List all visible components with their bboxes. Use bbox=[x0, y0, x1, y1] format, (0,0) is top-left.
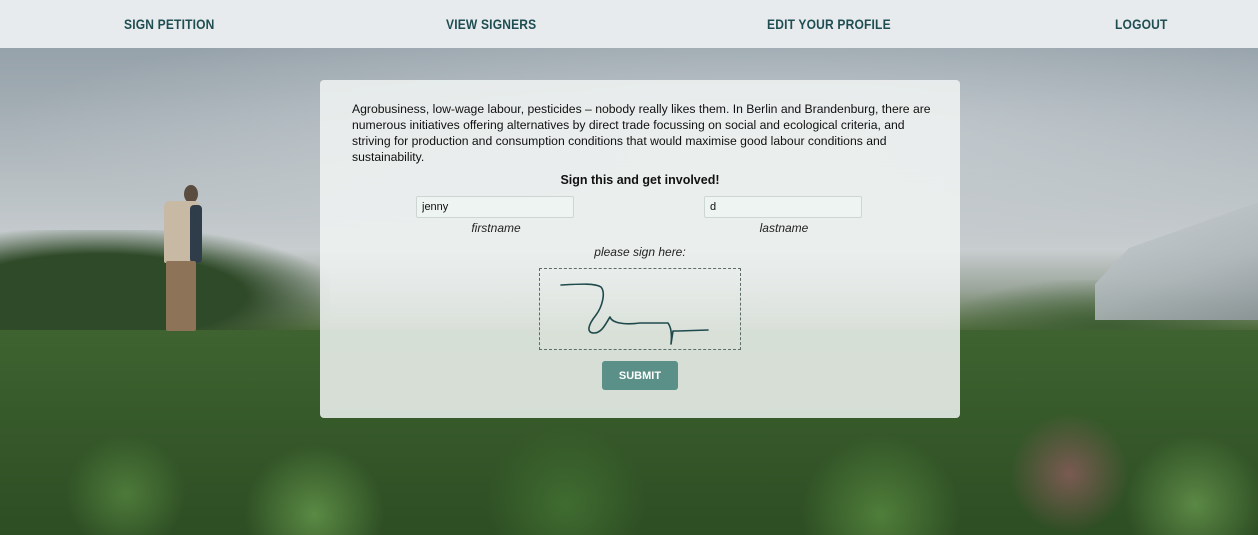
signature-stroke bbox=[560, 283, 709, 345]
farmer-legs bbox=[166, 261, 196, 331]
nav-sign-petition[interactable]: SIGN PETITION bbox=[124, 14, 215, 34]
signature-prompt: please sign here: bbox=[594, 245, 686, 259]
nav-view-signers[interactable]: VIEW SIGNERS bbox=[446, 14, 536, 34]
submit-button[interactable]: SUBMIT bbox=[602, 361, 678, 390]
firstname-label: firstname bbox=[471, 221, 521, 235]
firstname-input[interactable] bbox=[416, 196, 574, 218]
signature-drawing bbox=[560, 283, 709, 345]
farmer-arm bbox=[190, 205, 202, 263]
signature-canvas[interactable] bbox=[539, 268, 741, 350]
nav-logout[interactable]: LOGOUT bbox=[1115, 14, 1168, 34]
lastname-input[interactable] bbox=[704, 196, 862, 218]
top-nav: SIGN PETITION VIEW SIGNERS EDIT YOUR PRO… bbox=[0, 0, 1258, 48]
farmer-figure bbox=[160, 185, 204, 335]
petition-call-to-action: Sign this and get involved! bbox=[560, 173, 720, 187]
nav-edit-profile[interactable]: EDIT YOUR PROFILE bbox=[767, 14, 891, 34]
lastname-label: lastname bbox=[759, 221, 809, 235]
petition-intro-text: Agrobusiness, low-wage labour, pesticide… bbox=[352, 102, 931, 164]
petition-card: Agrobusiness, low-wage labour, pesticide… bbox=[320, 80, 960, 418]
